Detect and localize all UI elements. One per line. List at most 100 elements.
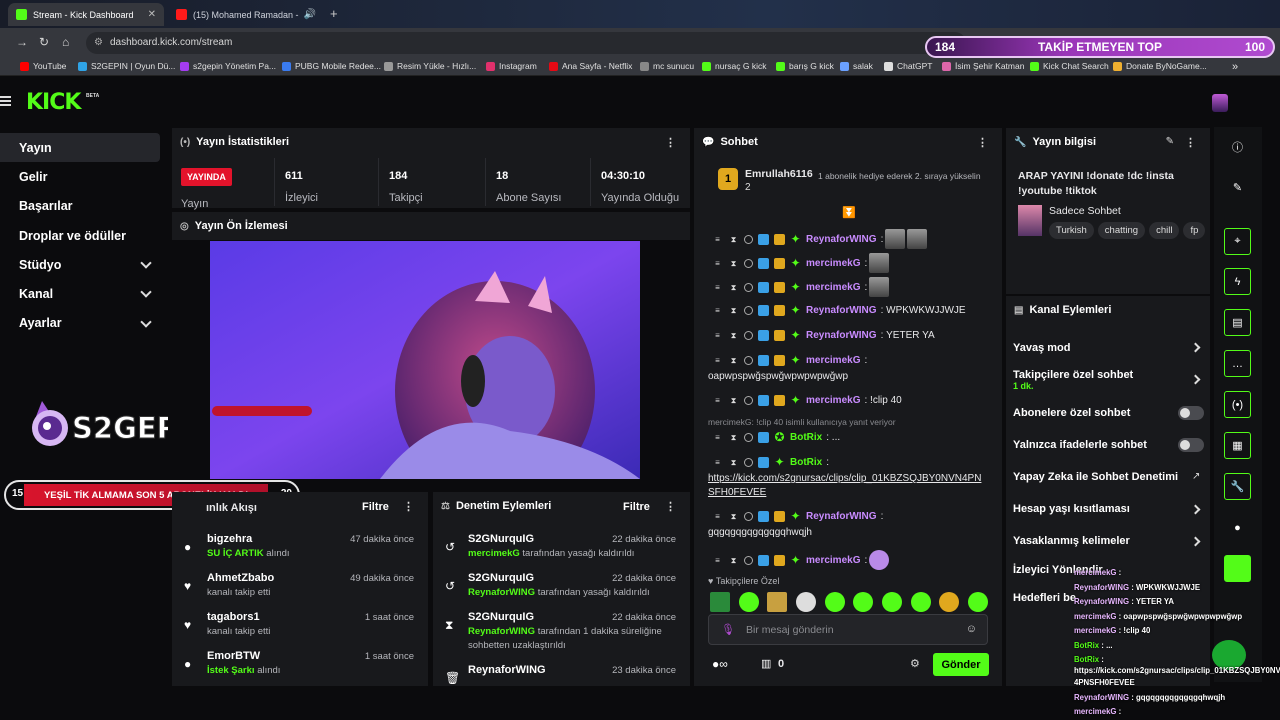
sidebar-item-gelir[interactable]: Gelir (0, 162, 170, 191)
sidebar-item-yayin[interactable]: Yayın (0, 133, 160, 163)
bookmark-item[interactable]: Ana Sayfa - Netflix (549, 61, 632, 71)
bookmark-item[interactable]: mc sunucu (640, 61, 694, 71)
tag[interactable]: Turkish (1049, 222, 1094, 239)
edit-icon[interactable]: ✎ (1166, 136, 1174, 147)
send-button[interactable]: Gönder (933, 653, 989, 676)
kick-logo[interactable]: KICK (26, 90, 81, 115)
sidebar-item-studyo[interactable]: Stüdyo (0, 250, 170, 279)
pinned-user[interactable]: Emrullah6116 (745, 168, 813, 180)
bookmark-item[interactable]: Resim Yükle - Hızlı... (384, 61, 476, 71)
chat-message: ≡ ⧗ ✦ ReynaforWING: (712, 229, 928, 249)
banned-words-item[interactable]: Yasaklanmış kelimeler (1013, 535, 1130, 547)
scroll-down-icon[interactable]: ⏬ (842, 206, 856, 219)
bookmark-item[interactable]: barış G kick (776, 61, 834, 71)
bookmark-item[interactable]: salak (840, 61, 873, 71)
bookmark-item[interactable]: nursaç G kick (702, 61, 767, 71)
emote-icon[interactable] (738, 592, 759, 612)
broadcast-icon[interactable]: (•) (1224, 391, 1251, 418)
svg-text:S2GEPIN: S2GEPIN (72, 411, 168, 445)
site-info-icon[interactable]: ⚙ (94, 32, 103, 54)
close-tab-icon[interactable]: ✕ (148, 9, 156, 20)
chat-message: ≡ ⧗ ✦ mercimekG: (712, 550, 890, 570)
trash-icon: 🗑 (445, 671, 461, 685)
home-icon[interactable]: ⌂ (62, 35, 69, 49)
store-icon[interactable]: ▥ (761, 657, 771, 670)
bookmark-item[interactable]: Donate ByNoGame... (1113, 61, 1207, 71)
stat-viewers: 611 İzleyici (274, 158, 378, 206)
goals-item[interactable]: Hedefleri be (1013, 592, 1076, 604)
reload-icon[interactable]: ↻ (39, 35, 49, 49)
layout-icon[interactable]: ▦ (1224, 432, 1251, 459)
more-options-icon[interactable]: ⋮ (665, 136, 676, 149)
edit-icon[interactable]: ✎ (1224, 174, 1251, 201)
lightning-icon[interactable]: ϟ (1224, 268, 1251, 295)
bookmark-item[interactable]: PUBG Mobile Redee... (282, 61, 381, 71)
mic-icon[interactable]: 🎙 (721, 623, 735, 636)
bookmark-item[interactable]: ChatGPT (884, 61, 932, 71)
info-icon[interactable]: ⓘ (1224, 133, 1251, 160)
bookmark-item[interactable]: Instagram (486, 61, 537, 71)
account-age-item[interactable]: Hesap yaşı kısıtlaması (1013, 503, 1130, 515)
wrench-icon[interactable]: 🔧 (1224, 473, 1251, 500)
emote-icon[interactable] (939, 592, 960, 612)
filter-button[interactable]: Filtre (623, 501, 650, 513)
more-options-icon[interactable]: ⋮ (1185, 136, 1196, 149)
external-link-icon[interactable]: ↗ (1192, 471, 1200, 482)
document-icon[interactable]: ▤ (1224, 309, 1251, 336)
emote-icon[interactable] (853, 592, 874, 612)
chat-link[interactable]: https://kick.com/s2gnursac/clips/clip_01… (708, 473, 981, 484)
tag[interactable]: chill (1149, 222, 1180, 239)
menu-icon[interactable] (0, 96, 11, 106)
slow-mode-item[interactable]: Yavaş mod (1013, 342, 1070, 354)
forward-icon[interactable]: → (16, 35, 28, 49)
bookmark-item[interactable]: S2GEPIN | Oyun Dü... (78, 61, 175, 71)
bookmark-item[interactable]: YouTube (20, 61, 66, 71)
chat-settings-icon[interactable]: ⚙ (910, 657, 920, 670)
overlay-chat-line: ReynaforWING : YETER YA (1074, 597, 1174, 606)
emote-icon[interactable] (824, 592, 845, 612)
tab-kick-dashboard[interactable]: Stream - Kick Dashboard ✕ (8, 3, 164, 26)
sidebar-item-basarilar[interactable]: Başarılar (0, 192, 170, 221)
sidebar-item-droplar[interactable]: Droplar ve ödüller (0, 221, 170, 250)
chat-input[interactable]: 🎙 Bir mesaj gönderin ☺ (708, 614, 988, 645)
chat-message: ≡ ⧗ ✦ BotRix: (715, 455, 830, 469)
emote-icon[interactable] (767, 592, 788, 612)
more-options-icon[interactable]: ⋮ (665, 500, 676, 513)
new-tab-icon[interactable]: + (330, 6, 338, 21)
more-options-icon[interactable]: ⋮ (403, 500, 414, 513)
emote-icon[interactable] (910, 592, 931, 612)
emote-icon[interactable] (881, 592, 902, 612)
chat-link[interactable]: SFH0FEVEE (708, 487, 766, 498)
sidebar-item-ayarlar[interactable]: Ayarlar (0, 309, 170, 338)
bookmark-item[interactable]: s2gepin Yönetim Pa... (180, 61, 276, 71)
infinity-icon[interactable]: ●∞ (712, 657, 728, 671)
emote-only-toggle[interactable] (1178, 438, 1204, 452)
ai-moderation-item[interactable]: Yapay Zeka ile Sohbet Denetimi (1013, 471, 1178, 483)
tag[interactable]: fp (1183, 222, 1206, 239)
list-icon: ▤ (1014, 304, 1024, 316)
sidebar-item-kanal[interactable]: Kanal (0, 279, 170, 308)
raid-icon[interactable] (1224, 555, 1251, 582)
tab-youtube[interactable]: (15) Mohamed Ramadan - 🔊 (168, 3, 324, 26)
followers-only-item[interactable]: Takipçilere özel sohbet (1013, 369, 1133, 381)
filter-button[interactable]: Filtre (362, 501, 389, 513)
url-field[interactable]: ⚙ dashboard.kick.com/stream (86, 32, 966, 54)
points-icon[interactable]: ● (1224, 514, 1251, 541)
list-item: ♥ AhmetZbabo 49 dakika önce kanalı takip … (184, 572, 414, 598)
stream-preview-video[interactable] (210, 241, 640, 479)
category-name[interactable]: Sadece Sohbet (1049, 205, 1121, 217)
emoji-icon[interactable]: ☺ (966, 623, 977, 635)
chat-bubble-icon[interactable]: … (1224, 350, 1251, 377)
more-bookmarks-icon[interactable]: » (1232, 61, 1238, 73)
audio-icon[interactable]: 🔊 (304, 9, 316, 20)
avatar[interactable] (1212, 94, 1228, 112)
emote-icon[interactable] (967, 592, 988, 612)
subs-only-toggle[interactable] (1178, 406, 1204, 420)
emote-icon[interactable] (710, 592, 730, 612)
bookmark-item[interactable]: İsim Şehir Katman (942, 61, 1024, 71)
clip-icon[interactable]: ⌖ (1224, 228, 1251, 255)
more-options-icon[interactable]: ⋮ (977, 136, 988, 149)
emote-icon[interactable] (795, 592, 816, 612)
bookmark-item[interactable]: Kick Chat Search (1030, 61, 1109, 71)
tag[interactable]: chatting (1097, 222, 1146, 239)
